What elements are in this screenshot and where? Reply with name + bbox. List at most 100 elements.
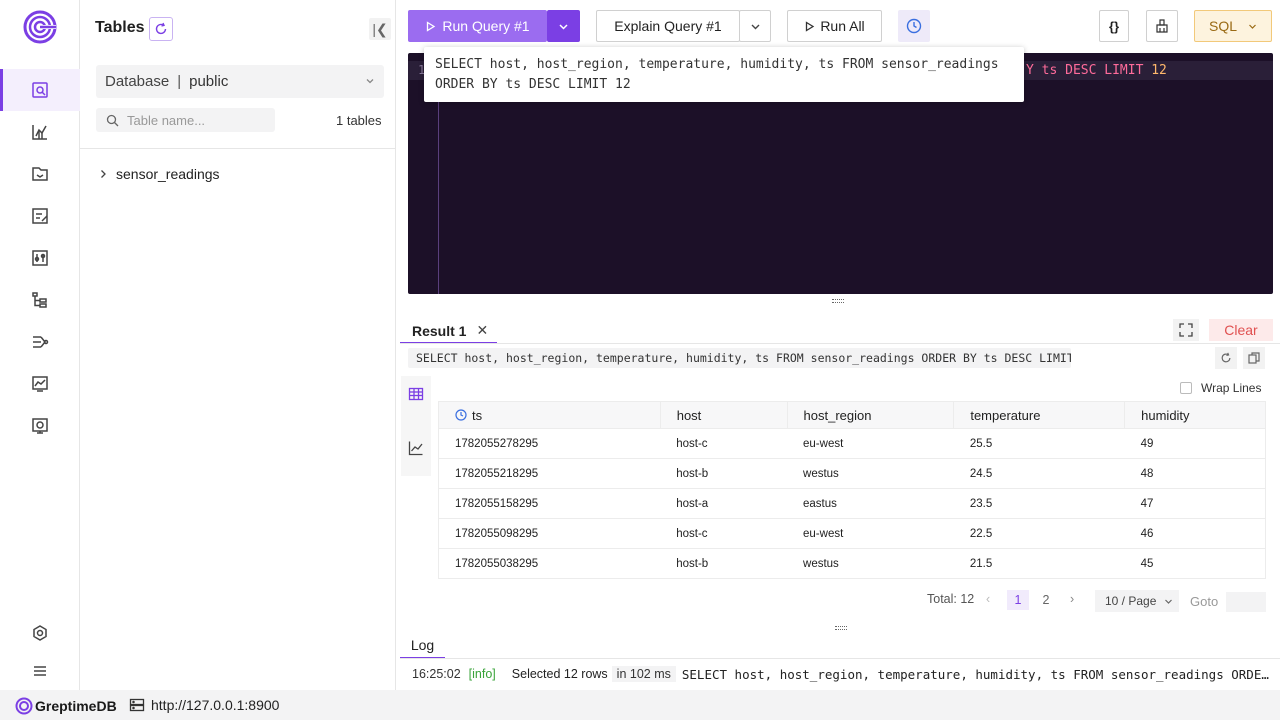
table-cell: 1782055158295 — [438, 488, 661, 519]
table-search-input[interactable] — [127, 112, 267, 128]
table-cell: 1782055038295 — [438, 548, 661, 579]
code-number: 12 — [1151, 63, 1167, 78]
run-all-button[interactable]: Run All — [787, 10, 882, 42]
refresh-tables-button[interactable] — [149, 17, 173, 41]
query-toolbar: Run Query #1 Explain Query #1 Run All {}… — [400, 0, 1280, 52]
server-address-label: http://127.0.0.1:8900 — [151, 697, 280, 713]
nav-tracing-icon[interactable] — [0, 405, 80, 447]
column-header-temperature[interactable]: temperature — [953, 401, 1126, 429]
goto-input[interactable] — [1226, 592, 1266, 612]
fullscreen-button[interactable] — [1173, 319, 1199, 341]
table-cell: host-a — [660, 488, 788, 519]
nav-tree-icon[interactable] — [0, 279, 80, 321]
column-header-humidity[interactable]: humidity — [1124, 401, 1266, 429]
column-header-host[interactable]: host — [659, 401, 788, 429]
clear-results-button[interactable]: Clear — [1209, 319, 1273, 341]
results-resize-handle[interactable] — [835, 626, 847, 630]
nav-settings-icon[interactable] — [0, 612, 80, 654]
clear-editor-button[interactable] — [1146, 10, 1178, 42]
chevron-right-icon: › — [1070, 592, 1075, 606]
greptime-logo-icon — [15, 697, 33, 715]
editor-resize-handle[interactable] — [832, 299, 844, 303]
page-size-select[interactable]: 10 / Page — [1095, 590, 1179, 612]
server-address[interactable]: http://127.0.0.1:8900 — [129, 697, 279, 713]
divider — [80, 148, 396, 149]
page-2-button[interactable]: 2 — [1035, 590, 1057, 610]
collapse-icon: |❮ — [372, 20, 388, 37]
query-history-button[interactable] — [898, 10, 930, 42]
prev-page-button[interactable]: ‹ — [986, 592, 990, 606]
table-cell: 23.5 — [953, 488, 1125, 519]
run-query-button[interactable]: Run Query #1 — [408, 10, 547, 42]
collapse-sidebar-button[interactable]: |❮ — [369, 18, 391, 40]
table-cell: 1782055098295 — [438, 518, 661, 549]
total-count: Total: 12 — [927, 592, 975, 606]
search-icon — [106, 114, 119, 126]
nav-ingest-icon[interactable] — [0, 153, 80, 195]
nav-query-icon[interactable] — [0, 69, 80, 111]
chart-view-tab[interactable] — [401, 430, 431, 466]
result-query: SELECT host, host_region, temperature, h… — [408, 348, 1071, 368]
table-row: 1782055038295 host-b westus 21.5 45 — [438, 548, 1266, 579]
wrap-lines-toggle[interactable]: Wrap Lines — [1180, 381, 1261, 395]
table-cell: 24.5 — [953, 458, 1125, 489]
explain-query-dropdown[interactable] — [739, 10, 771, 42]
tab-result-1[interactable]: Result 1 ✕ — [400, 319, 497, 344]
broom-icon — [1156, 19, 1168, 33]
chevron-right-icon[interactable] — [98, 169, 108, 179]
explain-query-label: Explain Query #1 — [614, 18, 722, 34]
run-query-dropdown[interactable] — [547, 10, 580, 42]
wrap-lines-checkbox[interactable] — [1180, 382, 1192, 394]
chevron-down-icon — [559, 23, 568, 30]
page-size-label: 10 / Page — [1105, 594, 1157, 608]
table-cell: host-c — [660, 518, 788, 549]
nav-menu-icon[interactable] — [0, 650, 80, 692]
next-page-button[interactable]: › — [1070, 592, 1074, 606]
log-panel: Log 16:25:02 [info] Selected 12 rows in … — [400, 632, 1280, 690]
copy-query-button[interactable] — [1243, 347, 1265, 369]
log-message: Selected 12 rows — [511, 667, 608, 681]
close-icon[interactable]: ✕ — [476, 322, 488, 339]
nav-monitor-icon[interactable] — [0, 363, 80, 405]
tab-log[interactable]: Log — [400, 632, 445, 659]
page-1-button[interactable]: 1 — [1007, 590, 1029, 610]
table-view-tab[interactable] — [401, 376, 431, 412]
table-cell: eu-west — [787, 518, 954, 549]
code-line: Y ts DESC LIMIT 12 — [1026, 63, 1167, 78]
column-header-ts[interactable]: ts — [438, 401, 661, 429]
nav-scripts-icon[interactable] — [0, 195, 80, 237]
code-keyword: Y ts DESC LIMIT — [1026, 63, 1144, 78]
refresh-icon — [155, 22, 167, 35]
clock-icon — [455, 409, 467, 421]
table-tree-item[interactable]: sensor_readings — [98, 166, 220, 182]
table-row: 1782055218295 host-b westus 24.5 48 — [438, 458, 1266, 489]
nav-settings-sliders-icon[interactable] — [0, 237, 80, 279]
table-cell: 45 — [1124, 548, 1266, 579]
refresh-icon — [1221, 352, 1231, 363]
format-button[interactable]: {} — [1099, 10, 1129, 42]
rerun-button[interactable] — [1215, 347, 1237, 369]
database-select[interactable]: Database | public — [96, 65, 384, 98]
server-icon — [129, 698, 145, 712]
pagination: 1 2 — [1007, 590, 1057, 610]
table-row: 1782055098295 host-c eu-west 22.5 46 — [438, 518, 1266, 549]
result-tab-label: Result 1 — [412, 322, 467, 339]
column-header-host-region[interactable]: host_region — [786, 401, 955, 429]
explain-query-button[interactable]: Explain Query #1 — [596, 10, 740, 42]
table-cell: host-b — [660, 548, 788, 579]
play-icon — [427, 20, 436, 32]
chevron-down-icon — [751, 24, 759, 29]
nav-dashboard-icon[interactable] — [0, 111, 80, 153]
language-select[interactable]: SQL — [1194, 10, 1272, 42]
log-divider — [400, 658, 1280, 659]
nav-rail — [0, 0, 80, 690]
chevron-left-icon: ‹ — [986, 592, 991, 606]
nav-flow-icon[interactable] — [0, 321, 80, 363]
separator: | — [177, 73, 182, 90]
clock-icon — [906, 18, 922, 34]
table-search — [96, 108, 275, 132]
brand-name: GreptimeDB — [35, 698, 117, 714]
greptime-logo-icon[interactable] — [22, 9, 58, 45]
chevron-down-icon — [1249, 24, 1256, 29]
play-icon — [806, 20, 815, 32]
